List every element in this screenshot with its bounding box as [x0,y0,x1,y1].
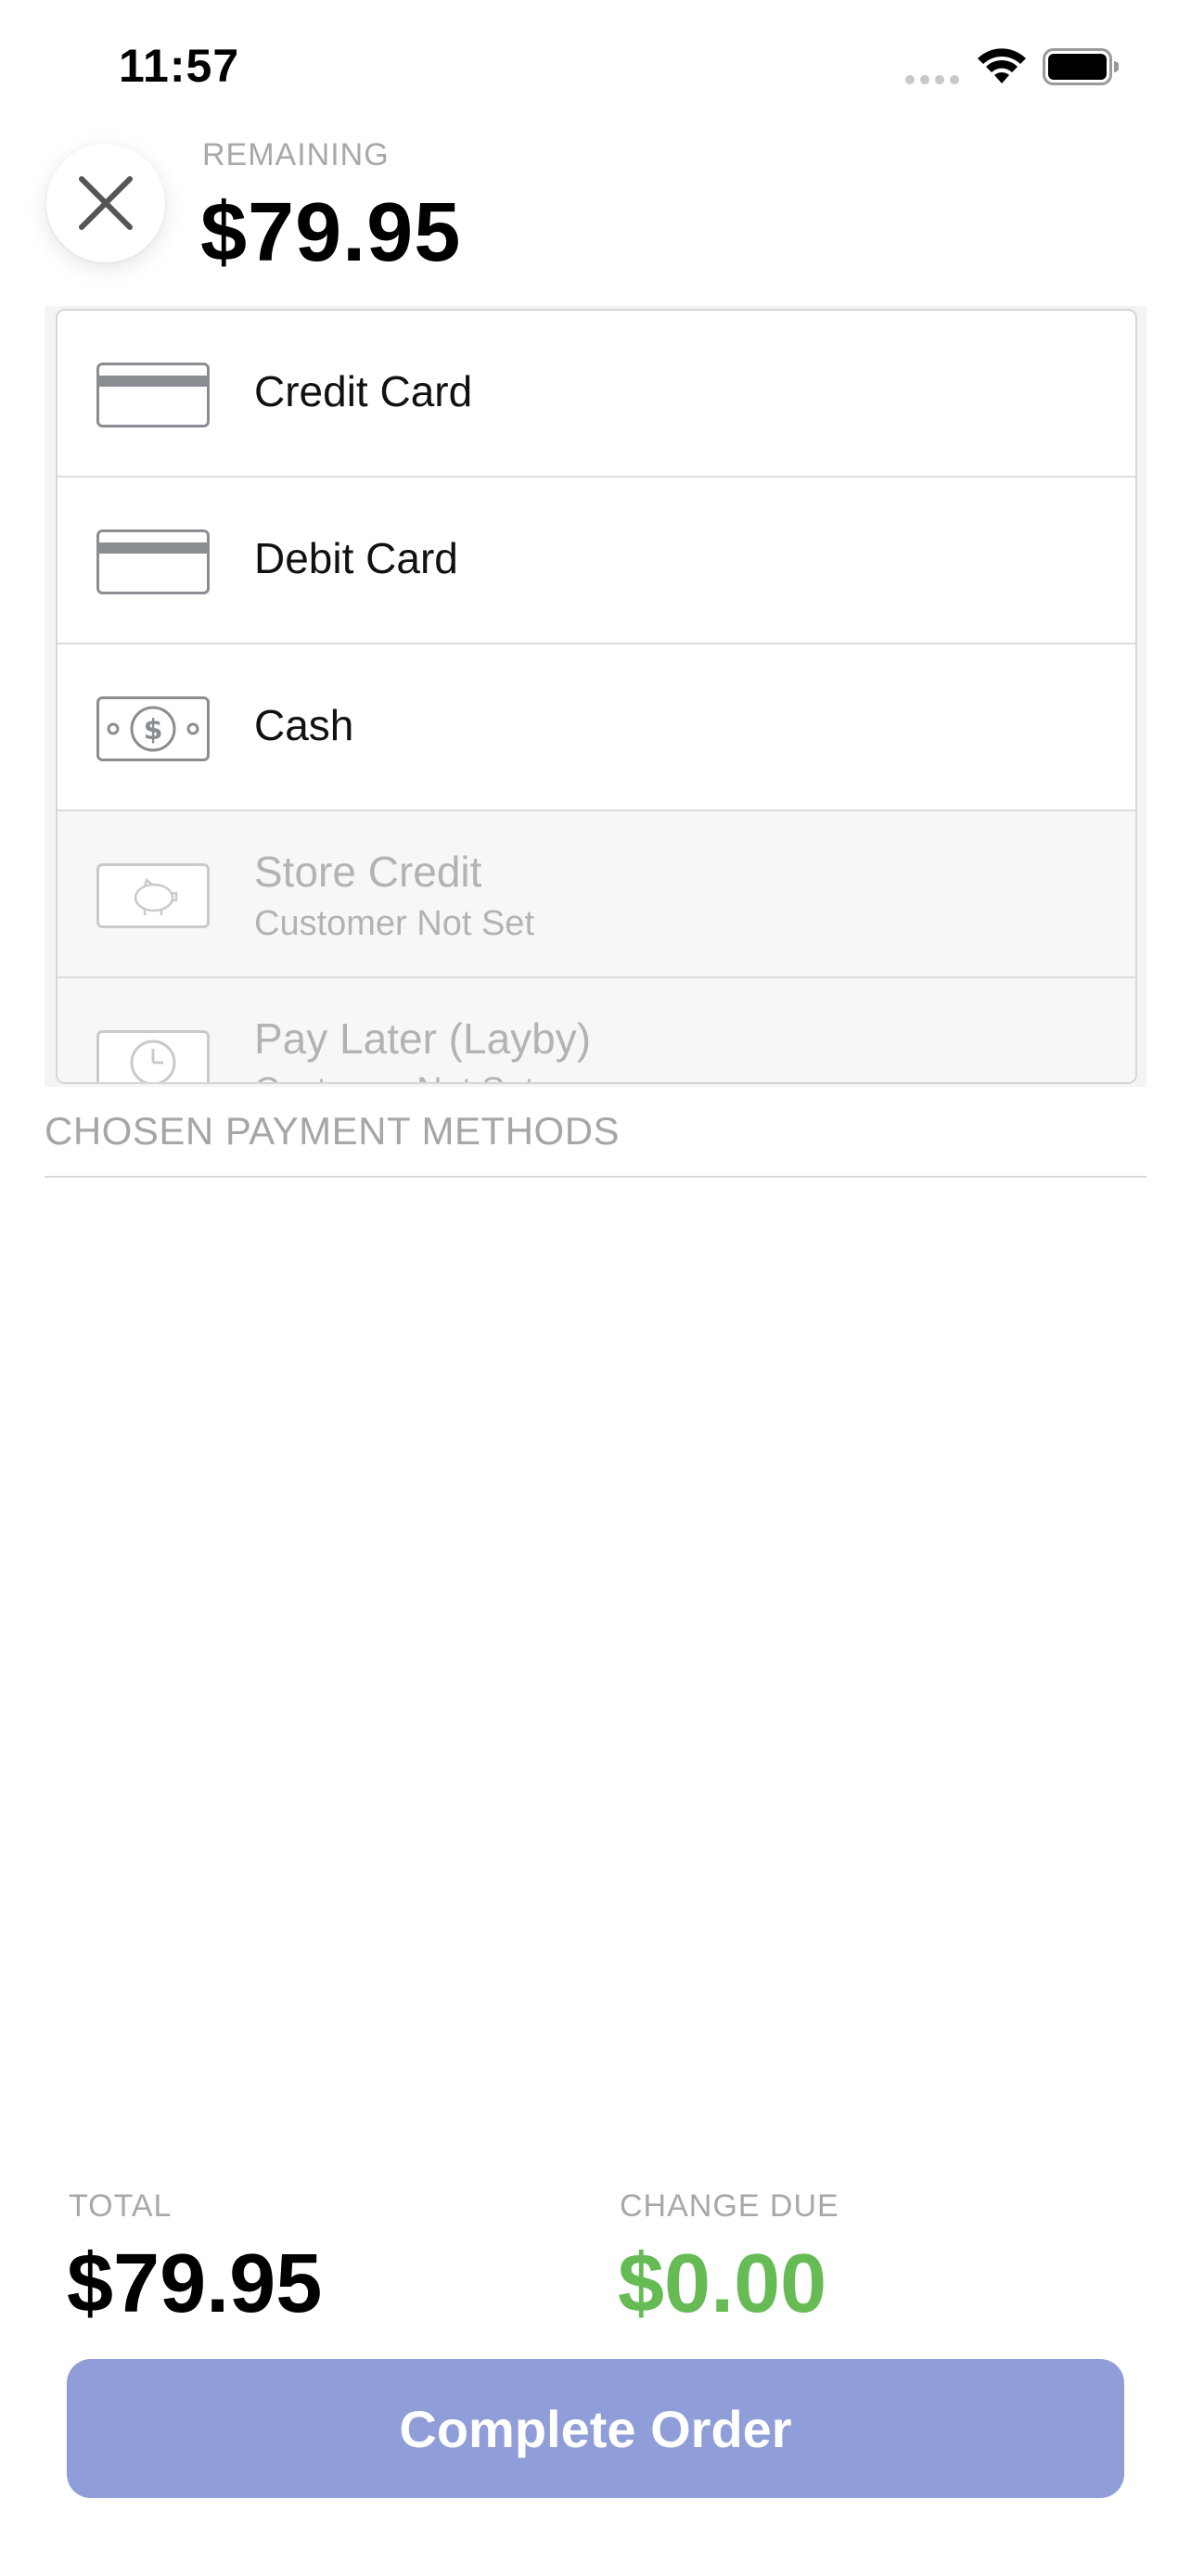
credit-card-icon [96,363,210,427]
payment-method-debit-card[interactable]: Debit Card [58,478,1135,644]
debit-card-icon [96,529,210,594]
change-due-amount: $0.00 [618,2238,827,2330]
battery-icon [1043,48,1119,85]
payment-method-label: Cash [254,701,354,749]
svg-text:$: $ [144,714,163,746]
payment-method-subtitle: Customer Not Set [254,1071,534,1082]
payment-method-store-credit: Store Credit Customer Not Set [58,811,1135,978]
status-time: 11:57 [119,40,240,92]
chosen-payment-methods-heading: CHOSEN PAYMENT METHODS [45,1109,621,1153]
payment-method-pay-later: Pay Later (Layby) Customer Not Set [58,978,1135,1082]
payment-methods-list: Credit Card Debit Card $ Cash Store Cred… [56,309,1137,1084]
payment-method-label: Credit Card [254,367,473,415]
remaining-amount: $79.95 [200,186,462,279]
payment-method-label: Pay Later (Layby) [254,1014,592,1063]
payment-method-subtitle: Customer Not Set [254,904,534,943]
clock-icon [96,1030,210,1082]
status-bar: 11:57 [0,0,1191,139]
total-label: TOTAL [69,2188,173,2224]
wifi-icon [978,48,1026,83]
payment-method-cash[interactable]: $ Cash [58,644,1135,811]
payment-methods-panel: Credit Card Debit Card $ Cash Store Cred… [45,306,1146,1087]
piggy-bank-icon [96,863,210,928]
payment-method-credit-card[interactable]: Credit Card [58,311,1135,478]
close-button[interactable] [46,144,165,262]
total-amount: $79.95 [67,2238,323,2330]
cellular-signal-icon [905,75,959,84]
remaining-label: REMAINING [202,137,390,172]
cash-icon: $ [96,696,210,761]
complete-order-button[interactable]: Complete Order [67,2359,1124,2498]
payment-method-label: Debit Card [254,534,458,582]
change-due-label: CHANGE DUE [620,2188,839,2224]
divider [45,1176,1146,1178]
payment-method-label: Store Credit [254,848,482,896]
close-icon [79,176,133,230]
